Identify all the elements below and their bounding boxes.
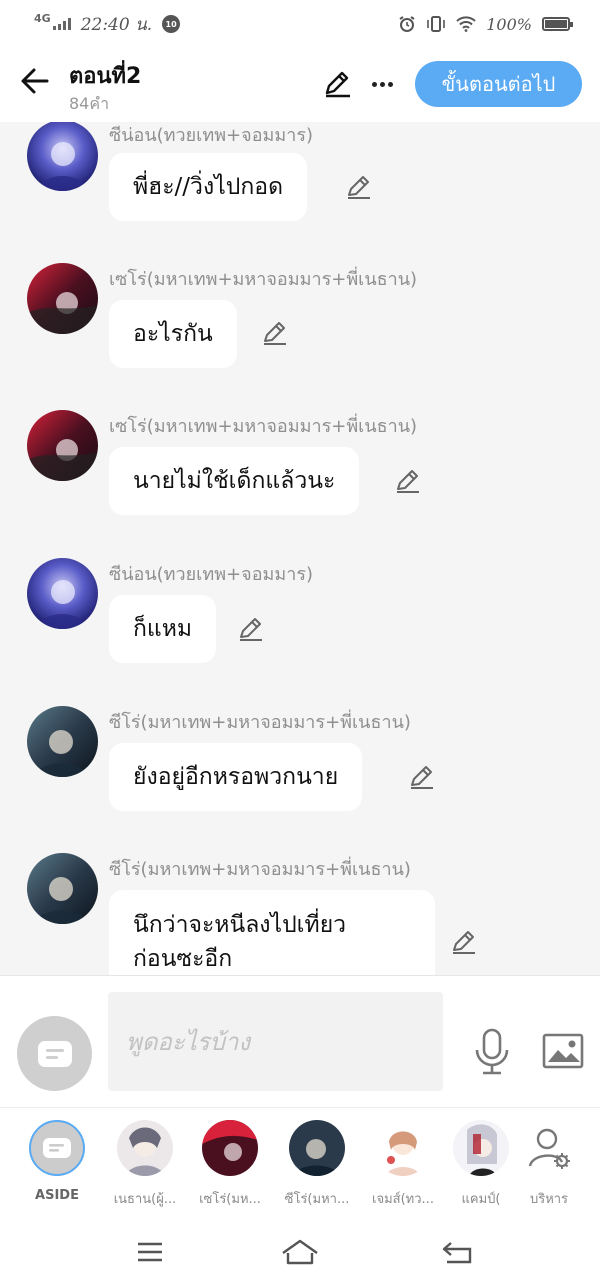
avatar: [289, 1120, 345, 1176]
menu-icon[interactable]: [130, 1237, 170, 1267]
manage-characters-button[interactable]: บริหาร: [509, 1120, 589, 1209]
avatar[interactable]: [27, 410, 98, 481]
status-right: 100%: [398, 14, 573, 34]
message-bubble[interactable]: ก็แหม: [109, 595, 217, 663]
character-name: เจมส์(ทว...: [372, 1192, 434, 1207]
character-name: บริหาร: [529, 1192, 569, 1207]
character-item[interactable]: ซีโร่(มหา...: [277, 1120, 357, 1209]
status-bar: 4G 22:40 น. 10 100%: [0, 0, 600, 48]
vibrate-icon: [427, 16, 446, 32]
character-item[interactable]: เซโร่(มห...: [190, 1120, 270, 1209]
speaker-name: ซีน่อน(ทวยเทพ+จอมมาร): [109, 564, 314, 585]
page-title: ตอนที่2: [69, 64, 142, 89]
pencil-icon: [325, 71, 350, 98]
system-nav-bar: [0, 1217, 600, 1287]
pencil-icon[interactable]: [260, 318, 290, 348]
pencil-icon[interactable]: [407, 762, 437, 792]
home-icon[interactable]: [280, 1237, 320, 1267]
speaker-name: เซโร่(มหาเทพ+มหาจอมมาร+พี่เนธาน): [109, 416, 418, 437]
speaker-name: ซีน่อน(ทวยเทพ+จอมมาร): [109, 125, 314, 146]
character-name: เนธาน(ผู้...: [113, 1192, 177, 1207]
input-bar: [0, 975, 600, 1107]
avatar: [453, 1120, 509, 1176]
next-step-button[interactable]: ขั้นตอนต่อไป: [415, 61, 582, 107]
notification-badge: 10: [162, 15, 181, 33]
avatar[interactable]: [27, 122, 98, 191]
microphone-icon[interactable]: [473, 1028, 511, 1076]
status-time: 22:40 น.: [80, 14, 153, 35]
chat-area[interactable]: ซีน่อน(ทวยเทพ+จอมมาร) พี่ฮะ//วิ่งไปกอด เ…: [0, 122, 600, 975]
message-line: นึกว่าจะหนีลงไปเที่ยว: [133, 912, 347, 938]
status-left: 4G 22:40 น. 10: [34, 11, 181, 38]
avatar[interactable]: [27, 706, 98, 777]
avatar[interactable]: [27, 558, 98, 629]
aside-toggle-button[interactable]: [17, 1016, 92, 1091]
edit-title-button[interactable]: [322, 68, 354, 100]
character-aside[interactable]: ASIDE: [17, 1120, 97, 1203]
battery-percent: 100%: [486, 14, 532, 34]
avatar[interactable]: [27, 263, 98, 334]
message-bubble[interactable]: อะไรกัน: [109, 300, 237, 368]
speaker-name: ซีโร่(มหาเทพ+มหาจอมมาร+พี่เนธาน): [109, 712, 411, 733]
message-bubble[interactable]: พี่ฮะ//วิ่งไปกอด: [109, 153, 308, 221]
character-item[interactable]: เจมส์(ทว...: [363, 1120, 443, 1209]
character-name: เซโร่(มห...: [199, 1192, 261, 1207]
message-bubble[interactable]: นายไม่ใช้เด็กแล้วนะ: [109, 447, 360, 515]
message-input[interactable]: [108, 992, 443, 1091]
narration-icon: [37, 1040, 72, 1067]
narration-icon: [29, 1120, 85, 1176]
speaker-name: ซีโร่(มหาเทพ+มหาจอมมาร+พี่เนธาน): [109, 859, 411, 880]
pencil-icon[interactable]: [393, 466, 423, 496]
arrow-left-icon: [21, 68, 49, 94]
battery-icon: [542, 17, 573, 31]
message-bubble[interactable]: นึกว่าจะหนีลงไปเที่ยว ก่อนซะอีก: [109, 890, 435, 975]
user-settings-icon: [521, 1120, 577, 1176]
app-header: ตอนที่2 84คำ ขั้นตอนต่อไป: [0, 48, 600, 122]
character-name: ASIDE: [35, 1188, 79, 1203]
word-count: 84คำ: [69, 94, 110, 113]
avatar: [202, 1120, 258, 1176]
pencil-icon[interactable]: [344, 172, 374, 202]
image-icon[interactable]: [542, 1033, 584, 1069]
character-item[interactable]: เนธาน(ผู้...: [105, 1120, 185, 1209]
character-bar: ASIDE เนธาน(ผู้... เซโร่(มห... ซีโร่(มหา…: [0, 1107, 600, 1217]
avatar: [375, 1120, 431, 1176]
wifi-icon: [456, 16, 476, 32]
avatar[interactable]: [27, 853, 98, 924]
character-name: ซีโร่(มหา...: [284, 1192, 350, 1207]
pencil-icon[interactable]: [236, 614, 266, 644]
message-line: ก่อนซะอีก: [133, 946, 233, 972]
pencil-icon[interactable]: [449, 927, 479, 957]
more-dots-icon[interactable]: [366, 68, 398, 100]
alarm-icon: [399, 16, 415, 32]
speaker-name: เซโร่(มหาเทพ+มหาจอมมาร+พี่เนธาน): [109, 269, 418, 290]
signal-icon: [52, 18, 71, 30]
network-type: 4G: [34, 11, 51, 25]
back-icon[interactable]: [437, 1237, 477, 1267]
avatar: [117, 1120, 173, 1176]
message-bubble[interactable]: ยังอยู่อีกหรอพวกนาย: [109, 743, 363, 811]
back-button[interactable]: [18, 64, 52, 98]
